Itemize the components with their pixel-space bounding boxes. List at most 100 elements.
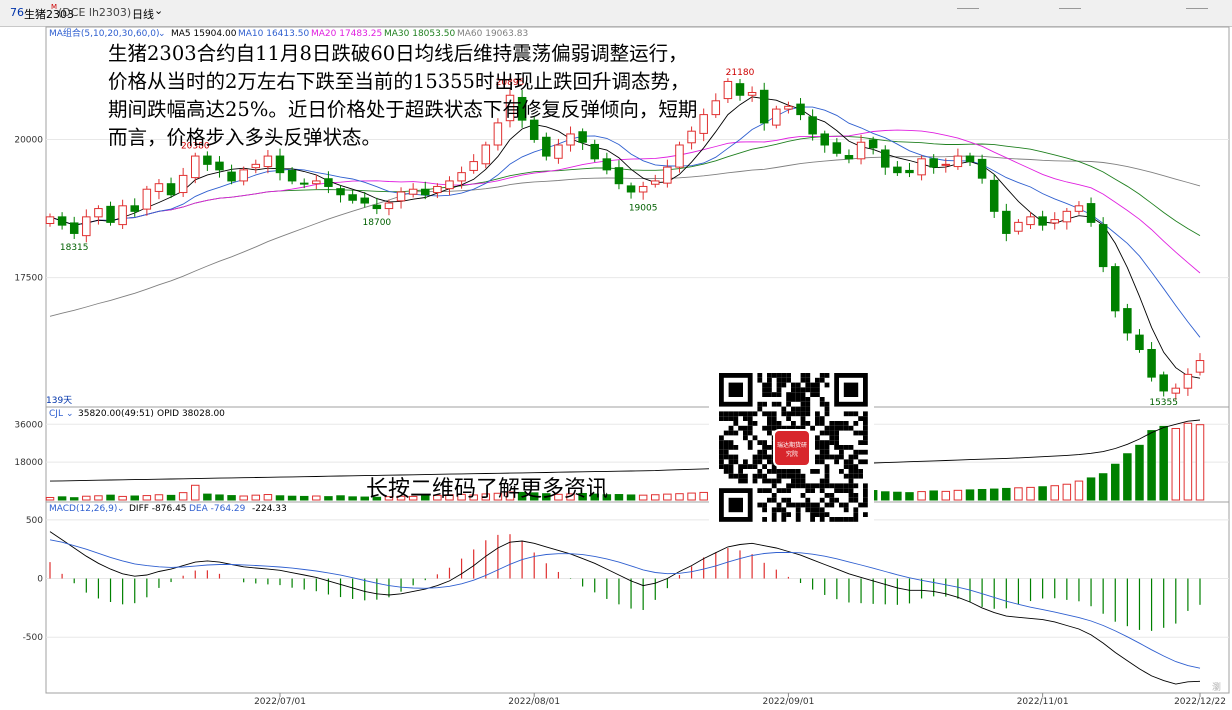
volume-bars: [45, 419, 1205, 501]
qr-module: [719, 416, 724, 421]
qr-module: [762, 401, 767, 407]
qr-module: [728, 459, 734, 465]
qr-module: [733, 421, 739, 426]
qr-finder-core: [843, 382, 859, 397]
macd-tick-label: -500: [23, 633, 44, 643]
qr-module: [723, 430, 729, 436]
qr-module: [757, 459, 763, 465]
candle-body: [324, 178, 333, 187]
volume-legend-chevron-icon[interactable]: ⌄: [66, 409, 74, 419]
volume-bar: [941, 490, 951, 501]
qr-module: [848, 445, 854, 450]
qr-module: [819, 430, 825, 436]
candle-body: [1183, 373, 1193, 389]
volume-value: 35820.00(49:51): [78, 409, 154, 419]
qr-module: [819, 416, 825, 421]
candle-body: [263, 155, 273, 168]
qr-module: [723, 464, 729, 469]
qr-module: [839, 483, 844, 489]
qr-module: [843, 473, 849, 479]
ma-legend-chevron-icon[interactable]: ⌄: [158, 29, 166, 39]
qr-module: [858, 430, 863, 436]
qr-module: [786, 512, 791, 517]
ma10-value: MA10 16413.50: [238, 29, 309, 39]
qr-module: [752, 454, 758, 460]
qr-module: [757, 449, 763, 455]
candle-body: [614, 167, 624, 185]
qr-module: [747, 416, 753, 421]
candle-body: [469, 161, 478, 171]
qr-module: [853, 493, 859, 498]
qr-module: [771, 512, 777, 517]
qr-module: [733, 430, 739, 436]
candle-body: [94, 208, 103, 218]
qr-module: [858, 416, 863, 421]
qr-module: [829, 502, 835, 508]
qr-module: [829, 483, 835, 489]
candle-body: [832, 142, 842, 154]
volume-legend[interactable]: CJL: [49, 409, 63, 419]
volume-bar: [1014, 487, 1023, 501]
qr-module: [829, 425, 835, 431]
candle-body: [215, 161, 224, 171]
qr-module: [805, 488, 811, 493]
qr-module: [776, 373, 782, 378]
candle-body: [699, 114, 708, 134]
candle-body: [1062, 210, 1072, 223]
qr-module: [858, 469, 863, 474]
qr-module: [839, 469, 844, 474]
qr-module: [786, 502, 791, 508]
volume-bar: [142, 495, 152, 501]
price-tick-label: 20000: [14, 135, 43, 145]
qr-module: [815, 416, 820, 421]
ma-legend[interactable]: MA组合(5,10,20,30,60,0): [49, 27, 160, 39]
qr-module: [728, 411, 734, 417]
qr-module: [839, 517, 844, 522]
qr-module: [719, 445, 724, 450]
qr-module: [815, 454, 820, 460]
volume-bar: [106, 494, 115, 501]
candle-body: [905, 169, 914, 174]
macd-legend-chevron-icon[interactable]: ⌄: [117, 504, 125, 514]
qr-module: [767, 416, 772, 421]
qr-module: [815, 382, 820, 388]
qr-module: [800, 483, 806, 489]
qr-module: [762, 382, 767, 388]
qr-module: [810, 512, 815, 517]
qr-module: [834, 440, 839, 445]
candle-body: [1171, 387, 1181, 394]
qr-module: [843, 425, 849, 431]
price-extreme-label: 19005: [629, 204, 658, 214]
qr-module: [819, 421, 825, 426]
qr-module: [834, 459, 839, 465]
qr-module: [829, 517, 835, 522]
qr-module: [819, 401, 825, 407]
qr-module: [781, 469, 787, 474]
qr-module: [824, 411, 830, 417]
qr-module: [757, 473, 763, 479]
candle-body: [723, 80, 733, 100]
qr-module: [728, 425, 734, 431]
volume-bar: [348, 496, 357, 501]
qr-module: [829, 440, 835, 445]
qr-module: [824, 512, 830, 517]
qr-module: [810, 483, 815, 489]
qr-code[interactable]: 瑞达期货研究院: [709, 361, 874, 535]
volume-bar: [69, 497, 79, 501]
macd-legend[interactable]: MACD(12,26,9): [49, 504, 117, 514]
qr-module: [800, 377, 806, 383]
qr-module: [771, 507, 777, 513]
qr-module: [723, 454, 729, 460]
qr-module: [771, 392, 777, 397]
qr-module: [805, 387, 811, 393]
volume-bar: [675, 493, 684, 501]
qr-module: [747, 425, 753, 431]
qr-module: [824, 445, 830, 450]
qr-module: [767, 430, 772, 436]
candle-body: [868, 139, 878, 149]
qr-module: [738, 473, 743, 479]
candle-body: [348, 194, 357, 201]
qr-module: [829, 497, 835, 503]
candle-body: [433, 185, 442, 194]
candle-body: [69, 222, 79, 234]
